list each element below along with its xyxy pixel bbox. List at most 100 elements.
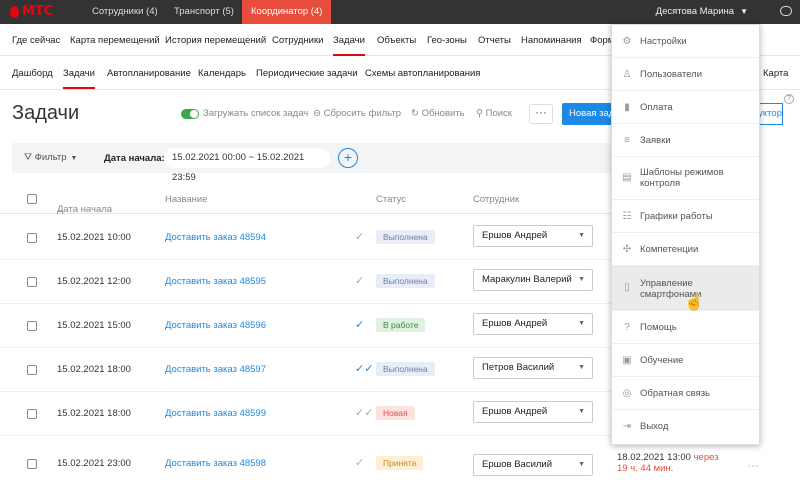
table-row[interactable]: 15.02.2021 12:00 Доставить заказ 48595 ✓… (0, 260, 612, 304)
row-task-link[interactable]: Доставить заказ 48599 (165, 408, 266, 419)
chevron-down-icon: ▼ (578, 364, 585, 371)
settings-menu: ⚙ Настройки ♙ Пользователи ▮ Оплата ≡ Заявки… (611, 24, 760, 445)
new-task-button[interactable]: Новая задача (562, 103, 612, 125)
menu-item-payment[interactable]: ▮ Оплата (612, 91, 759, 124)
header-status[interactable]: Статус (376, 194, 406, 205)
select-all-checkbox[interactable] (27, 194, 37, 204)
search-button[interactable]: ⚲ Поиск (476, 108, 512, 119)
reset-icon: ⊖ (313, 108, 324, 119)
reset-filter-button[interactable]: ⊖ Сбросить фильтр (313, 108, 401, 119)
nav-reminders[interactable]: Напоминания (521, 35, 582, 46)
row-task-link[interactable]: Доставить заказ 48594 (165, 232, 266, 243)
list-icon: ≡ (624, 135, 630, 146)
employee-select[interactable]: Ершов Андрей ▼ (473, 313, 593, 335)
nav-geozones[interactable]: Гео-зоны (427, 35, 467, 46)
add-filter-button[interactable]: + (338, 148, 358, 168)
table-row[interactable]: 15.02.2021 18:00 Доставить заказ 48599 ✓… (0, 392, 612, 436)
row-task-link[interactable]: Доставить заказ 48598 (165, 458, 266, 469)
status-badge: Новая (376, 406, 415, 420)
row-checkbox[interactable] (27, 321, 37, 331)
table-row[interactable]: 15.02.2021 10:00 Доставить заказ 48594 ✓… (0, 216, 612, 260)
nav-movement-history[interactable]: История перемещений (165, 35, 266, 46)
row-checkbox[interactable] (27, 459, 37, 469)
menu-item-logout[interactable]: ⇥ Выход (612, 410, 759, 443)
check-icon: ✓ (355, 231, 365, 243)
chevron-down-icon: ▼ (740, 7, 748, 16)
load-tasks-label: Загружать список задач (203, 108, 309, 119)
row-date: 15.02.2021 12:00 (57, 276, 131, 287)
status-badge: Принята (376, 456, 424, 470)
more-button[interactable]: ··· (529, 104, 553, 124)
table-row[interactable]: 15.02.2021 18:00 Доставить заказ 48597 ✓… (0, 348, 612, 392)
table-row[interactable]: 15.02.2021 15:00 Доставить заказ 48596 ✓… (0, 304, 612, 348)
row-task-link[interactable]: Доставить заказ 48597 (165, 364, 266, 375)
subnav-map[interactable]: Карта (763, 68, 788, 79)
nav-where-now[interactable]: Где сейчас (12, 35, 60, 46)
subnav-autoplanning-schemes[interactable]: Схемы автопланирования (365, 68, 480, 79)
chevron-down-icon: ▼ (578, 408, 585, 415)
table-row[interactable]: 15.02.2021 23:00 Доставить заказ 48598 ✓… (0, 436, 612, 480)
employee-select[interactable]: Ершов Василий ▼ (473, 454, 593, 476)
table-header: Дата начала ⌄ Название Статус Сотрудник (0, 184, 612, 215)
row-checkbox[interactable] (27, 277, 37, 287)
menu-item-control-templates[interactable]: ▤ Шаблоны режимов контроля (612, 157, 759, 200)
subnav-dashboard[interactable]: Дашборд (12, 68, 53, 79)
employee-select[interactable]: Ершов Андрей ▼ (473, 401, 593, 423)
double-check-icon: ✓✓ (355, 363, 374, 375)
chat-icon[interactable] (780, 6, 792, 16)
row-task-link[interactable]: Доставить заказ 48595 (165, 276, 266, 287)
row-checkbox[interactable] (27, 365, 37, 375)
subnav-calendar[interactable]: Календарь (198, 68, 246, 79)
load-tasks-toggle[interactable] (181, 109, 199, 119)
row-task-link[interactable]: Доставить заказ 48596 (165, 320, 266, 331)
row-actions-icon[interactable]: ··· (747, 458, 759, 472)
hand-cursor-icon: ☝ (684, 294, 704, 311)
date-filter-label: Дата начала: (104, 153, 165, 164)
date-range-field[interactable]: 15.02.2021 00:00 ~ 15.02.2021 23:59 (164, 148, 330, 183)
row-date: 15.02.2021 18:00 (57, 408, 131, 419)
row-checkbox[interactable] (27, 409, 37, 419)
card-icon: ▮ (624, 102, 630, 113)
nav-employees[interactable]: Сотрудники (272, 35, 323, 46)
nav-movement-map[interactable]: Карта перемещений (70, 35, 160, 46)
menu-item-feedback[interactable]: ◎ Обратная связь (612, 377, 759, 410)
tab-employees[interactable]: Сотрудники (4) (83, 0, 167, 24)
header-name[interactable]: Название (165, 194, 207, 205)
menu-item-work-schedules[interactable]: ☷ Графики работы (612, 200, 759, 233)
employee-select[interactable]: Ершов Андрей ▼ (473, 225, 593, 247)
status-badge: Выполнена (376, 230, 435, 244)
chevron-down-icon: ▼ (70, 155, 78, 162)
menu-item-competences[interactable]: ✣ Компетенции (612, 233, 759, 266)
check-icon: ✓ (355, 457, 365, 469)
menu-item-settings[interactable]: ⚙ Настройки (612, 25, 759, 58)
help-icon[interactable]: ? (784, 94, 794, 104)
menu-item-requests[interactable]: ≡ Заявки (612, 124, 759, 157)
user-menu[interactable]: Десятова Марина ▼ (656, 0, 748, 24)
nav-reports[interactable]: Отчеты (478, 35, 511, 46)
subnav-tasks[interactable]: Задачи (63, 68, 95, 89)
row-date: 15.02.2021 18:00 (57, 364, 131, 375)
employee-select[interactable]: Петров Василий ▼ (473, 357, 593, 379)
employee-select[interactable]: Маракулин Валерий ▼ (473, 269, 593, 291)
header-employee[interactable]: Сотрудник (473, 194, 519, 205)
chevron-down-icon: ▼ (578, 276, 585, 283)
mts-logo[interactable]: МТС (10, 4, 53, 19)
tab-transport[interactable]: Транспорт (5) (165, 0, 243, 24)
menu-item-help[interactable]: ? Помощь (612, 311, 759, 344)
row-date: 15.02.2021 15:00 (57, 320, 131, 331)
filter-button[interactable]: ⛛ Фильтр ▼ (24, 152, 77, 163)
page-title: Задачи (12, 102, 80, 124)
subnav-periodic-tasks[interactable]: Периодические задачи (256, 68, 358, 79)
refresh-button[interactable]: ↻ Обновить (411, 108, 465, 119)
nav-objects[interactable]: Объекты (377, 35, 416, 46)
row-checkbox[interactable] (27, 233, 37, 243)
user-name: Десятова Марина (655, 6, 735, 17)
menu-item-training[interactable]: ▣ Обучение (612, 344, 759, 377)
nav-tasks[interactable]: Задачи (333, 35, 365, 56)
calendar-icon: ▤ (622, 172, 632, 183)
tab-coordinator[interactable]: Координатор (4) (242, 0, 332, 24)
double-check-icon: ✓✓ (355, 407, 374, 419)
subnav-autoplanning[interactable]: Автопланирование (107, 68, 191, 79)
schedule-icon: ☷ (622, 211, 632, 222)
menu-item-users[interactable]: ♙ Пользователи (612, 58, 759, 91)
